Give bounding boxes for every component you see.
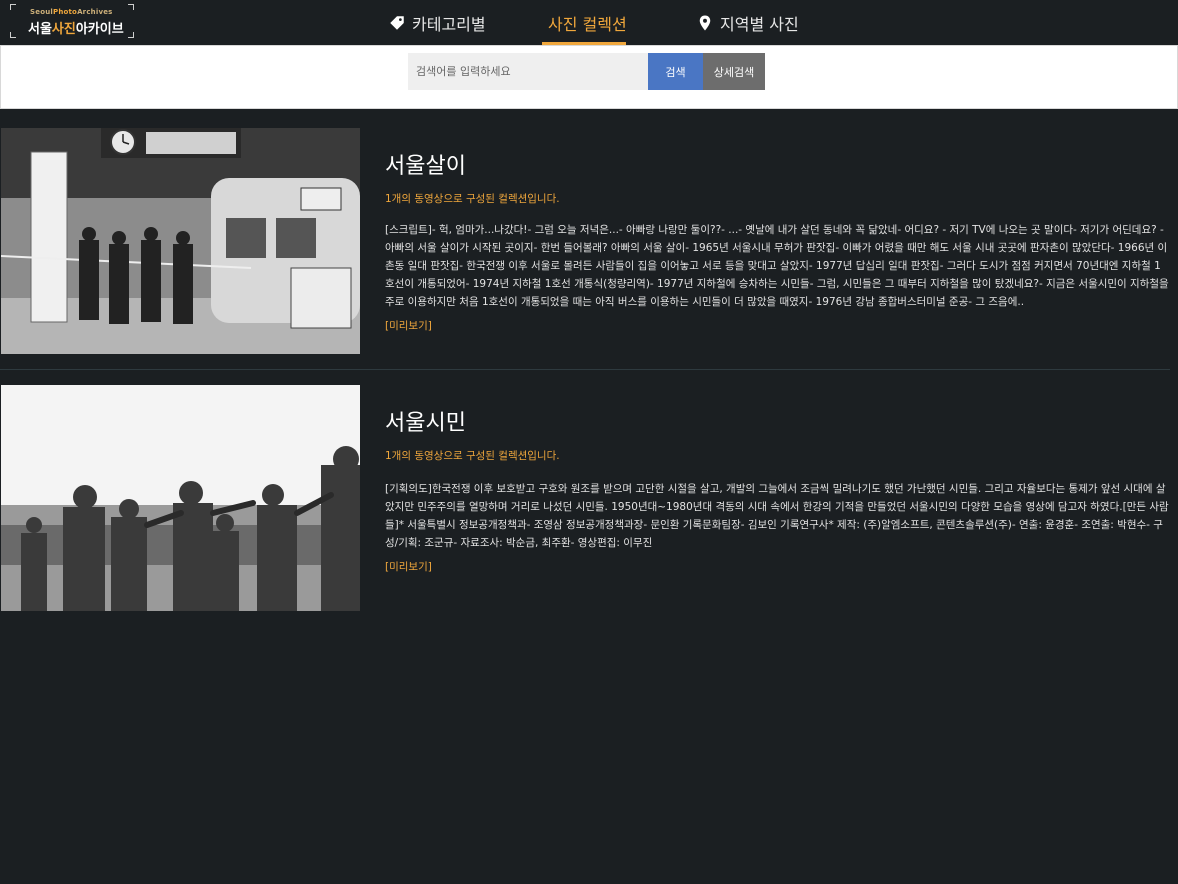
preview-link[interactable]: [미리보기]: [385, 559, 432, 574]
collection-title[interactable]: 서울살이: [385, 148, 466, 180]
logo-subtitle-prefix: Seoul: [30, 8, 53, 16]
logo-title: 서울사진아카이브: [28, 18, 124, 37]
site-logo[interactable]: SeoulPhotoArchives 서울사진아카이브: [10, 4, 134, 38]
collection-title[interactable]: 서울시민: [385, 405, 466, 437]
collection-count: 1개의 동영상으로 구성된 컬렉션입니다.: [385, 450, 560, 462]
logo-subtitle-accent: Photo: [52, 8, 78, 16]
citizens-exercise-photo: [1, 385, 360, 611]
logo-corner: [10, 4, 16, 10]
top-header: SeoulPhotoArchives 서울사진아카이브 카테고리별 사진 컬렉션…: [0, 0, 1178, 45]
search-button[interactable]: 검색: [648, 53, 703, 90]
subway-opening-ceremony-photo: [1, 128, 360, 354]
nav-item-collections[interactable]: 사진 컬렉션: [542, 0, 627, 45]
search-bar: 검색 상세검색: [0, 45, 1178, 109]
advanced-search-button[interactable]: 상세검색: [703, 53, 765, 90]
collection-thumbnail[interactable]: [1, 385, 360, 611]
tag-icon: [390, 15, 404, 30]
nav-item-label: 지역별 사진: [720, 14, 799, 34]
collection-count: 1개의 동영상으로 구성된 컬렉션입니다.: [385, 193, 560, 205]
logo-corner: [128, 4, 134, 10]
collection-description: [기획의도]한국전쟁 이후 보호받고 구호와 원조를 받으며 고단한 시절을 살…: [385, 483, 1169, 549]
logo-title-suffix: 아카이브: [75, 22, 124, 37]
nav-item-category[interactable]: 카테고리별: [388, 0, 486, 45]
logo-subtitle-suffix: Archives: [77, 8, 113, 16]
logo-title-accent: 사진: [51, 22, 76, 37]
logo-subtitle: SeoulPhotoArchives: [30, 8, 113, 16]
collection-thumbnail[interactable]: [1, 128, 360, 354]
logo-corner: [128, 32, 134, 38]
logo-title-prefix: 서울: [28, 22, 52, 37]
search-input[interactable]: [408, 53, 648, 90]
collection-divider: [0, 369, 1170, 370]
nav-item-region[interactable]: 지역별 사진: [696, 0, 799, 45]
map-pin-icon: [699, 15, 711, 30]
collection-description: [스크립트]- 헉, 엄마가...나갔다!- 그럼 오늘 저녁은...- 아빠랑…: [385, 224, 1169, 308]
logo-corner: [10, 32, 16, 38]
nav-item-label: 사진 컬렉션: [548, 14, 627, 34]
preview-link[interactable]: [미리보기]: [385, 318, 432, 333]
nav-item-label: 카테고리별: [412, 14, 486, 34]
